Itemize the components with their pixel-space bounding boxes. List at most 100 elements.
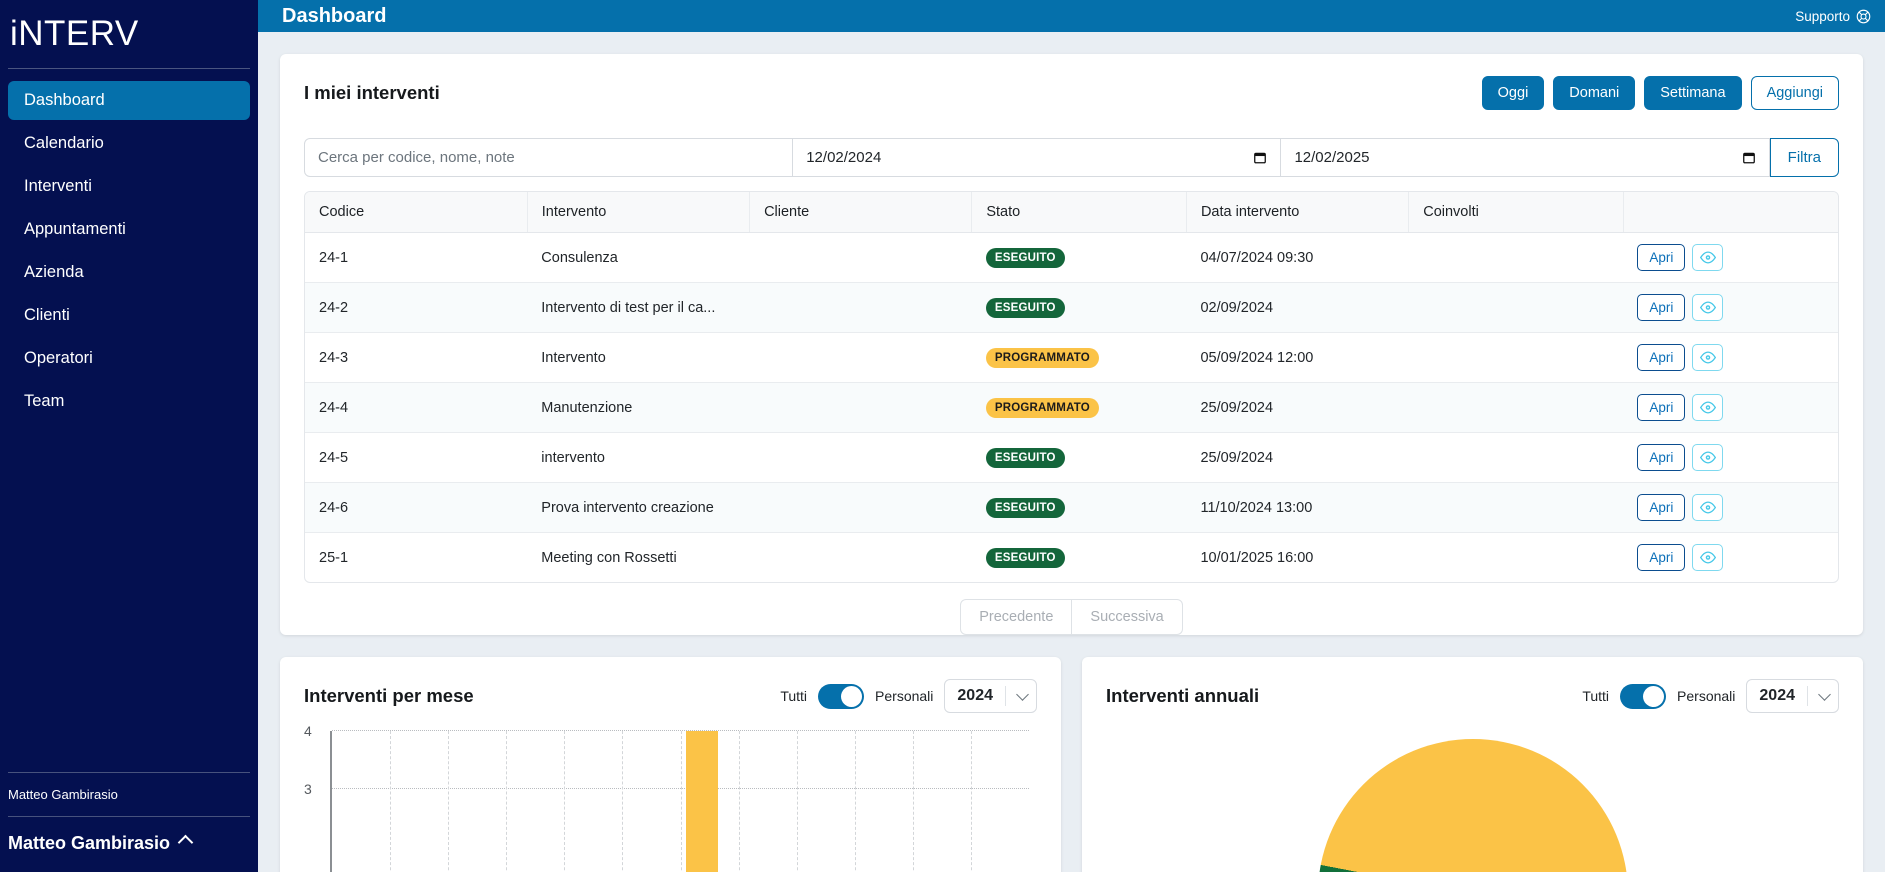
table-row[interactable]: 24-6Prova intervento creazioneRiservato E…	[305, 482, 1838, 533]
charts-row: Interventi per mese Tutti Personali 2024	[280, 657, 1863, 872]
annual-toggle-left-label: Tutti	[1582, 688, 1610, 704]
toggle-knob	[1643, 685, 1665, 707]
gridline-vertical	[622, 731, 624, 872]
chevron-up-icon	[177, 834, 194, 850]
calendar-icon[interactable]	[1742, 150, 1756, 165]
annual-chart-card: Interventi annuali Tutti Personali 2024	[1082, 657, 1863, 872]
add-button[interactable]: Aggiungi	[1750, 76, 1839, 110]
column-header-cliente[interactable]: Cliente	[749, 192, 972, 233]
calendar-icon[interactable]	[1253, 150, 1267, 165]
page-title: Dashboard	[282, 4, 387, 27]
view-button[interactable]	[1692, 294, 1724, 321]
sidebar-item-dashboard[interactable]: Dashboard	[8, 81, 250, 120]
sidebar-nav: Dashboard Calendario Interventi Appuntam…	[0, 69, 258, 425]
cell-stato: ESEGUITO	[971, 232, 1187, 283]
sidebar-item-calendario[interactable]: Calendario	[8, 124, 250, 163]
filter-row: 12/02/2024 12/02/2025	[304, 138, 1839, 177]
column-header-data-intervento[interactable]: Data intervento	[1185, 192, 1409, 233]
sidebar-user-menu[interactable]: Matteo Gambirasio	[0, 817, 258, 872]
search-input[interactable]	[304, 138, 794, 177]
monthly-scope-toggle[interactable]	[818, 683, 865, 709]
cell-coinvolti: Matteo Gambirasio	[1408, 332, 1624, 383]
date-from-input[interactable]: 12/02/2024	[793, 138, 1282, 177]
cell-cliente: Riservato	[749, 382, 972, 433]
sidebar-item-clienti[interactable]: Clienti	[8, 296, 250, 335]
table-row[interactable]: 25-1 Meeting con Rossetti Settore, cliente…	[305, 533, 1838, 583]
cell-actions: Apri	[1623, 232, 1838, 283]
view-button[interactable]	[1692, 244, 1724, 271]
open-button[interactable]: Apri	[1637, 344, 1686, 371]
column-header-codice[interactable]: Codice	[305, 192, 528, 233]
column-header-intervento[interactable]: Intervento	[526, 192, 750, 233]
column-header-stato[interactable]: Stato	[971, 192, 1187, 233]
annual-scope-toggle[interactable]	[1620, 683, 1667, 709]
status-badge: ESEGUITO	[985, 297, 1065, 318]
today-button[interactable]: Oggi	[1481, 76, 1545, 110]
cell-codice: 24-6	[305, 482, 528, 533]
support-button[interactable]: Supporto	[1795, 9, 1871, 24]
sidebar-item-label: Clienti	[24, 306, 70, 324]
cell-codice: 24-2	[305, 282, 528, 333]
interventions-title: I miei interventi	[304, 82, 440, 103]
table-row[interactable]: 24-5interventoRiservato ESEGUITO 25/09/202…	[305, 432, 1838, 483]
gridline-vertical	[680, 731, 682, 872]
monthly-bar-chart: 4 3	[304, 723, 1037, 872]
sidebar-item-team[interactable]: Team	[8, 382, 250, 421]
table-row[interactable]: 24-4ManutenzioneRiservato PROGRAMMATO 25/0…	[305, 382, 1838, 433]
eye-icon	[1699, 501, 1716, 514]
date-from-value: 12/02/2024	[806, 149, 882, 166]
cell-codice: 25-1	[319, 549, 349, 566]
view-button[interactable]	[1692, 394, 1724, 421]
open-button[interactable]: Apri	[1637, 494, 1686, 521]
column-header-actions	[1622, 192, 1838, 233]
cell-intervento: Consulenza	[527, 232, 750, 283]
cell-actions: Apri	[1623, 332, 1838, 383]
cell-cliente: Settore, cliente srl	[750, 533, 972, 583]
open-button[interactable]: Apri	[1637, 444, 1686, 471]
date-to-input[interactable]: 12/02/2025	[1281, 138, 1770, 177]
table-row[interactable]: 24-1ConsulenzaRiservato ESEGUITO 04/07/202…	[305, 232, 1838, 283]
sidebar-item-appuntamenti[interactable]: Appuntamenti	[8, 210, 250, 249]
pagination-previous-button[interactable]: Precedente	[960, 599, 1073, 635]
bar[interactable]	[686, 731, 718, 872]
cell-actions: Apri	[1623, 482, 1838, 533]
status-badge: PROGRAMMATO	[985, 397, 1099, 418]
sidebar: iNTERV Dashboard Calendario Interventi A…	[0, 0, 258, 872]
week-button[interactable]: Settimana	[1644, 76, 1742, 110]
sidebar-item-interventi[interactable]: Interventi	[8, 167, 250, 206]
annual-chart-controls: Tutti Personali 2024	[1582, 679, 1839, 713]
filter-button[interactable]: Filtra	[1769, 138, 1839, 177]
cell-coinvolti: Matteo Gambirasio	[1409, 533, 1624, 583]
eye-icon	[1699, 251, 1716, 264]
table-row[interactable]: 24-3InterventoRiservato PROGRAMMATO 05/09/…	[305, 332, 1838, 383]
cell-stato: ESEGUITO	[972, 533, 1187, 583]
column-header-coinvolti[interactable]: Coinvolti	[1408, 192, 1624, 233]
status-badge: ESEGUITO	[985, 547, 1065, 568]
pagination-next-button[interactable]: Successiva	[1072, 599, 1183, 635]
cell-cliente: Riservato	[749, 282, 972, 333]
open-button[interactable]: Apri	[1637, 294, 1686, 321]
sidebar-item-operatori[interactable]: Operatori	[8, 339, 250, 378]
cell-actions: Apri	[1623, 432, 1838, 483]
annual-year-select[interactable]: 2024	[1746, 679, 1839, 713]
pie-slices	[1317, 739, 1628, 872]
open-button[interactable]: Apri	[1637, 544, 1686, 571]
annual-chart-title: Interventi annuali	[1106, 685, 1260, 706]
sidebar-item-label: Calendario	[24, 134, 104, 152]
eye-icon	[1699, 451, 1716, 464]
cell-data-intervento: 25/09/2024	[1186, 432, 1409, 483]
topbar: Dashboard Supporto	[258, 0, 1885, 32]
gridline-vertical	[970, 731, 972, 872]
sidebar-item-azienda[interactable]: Azienda	[8, 253, 250, 292]
view-button[interactable]	[1692, 544, 1724, 571]
view-button[interactable]	[1692, 494, 1724, 521]
open-button[interactable]: Apri	[1637, 394, 1686, 421]
view-button[interactable]	[1692, 344, 1724, 371]
view-button[interactable]	[1692, 444, 1724, 471]
cell-cliente: Riservato	[749, 482, 972, 533]
cell-data-intervento: 02/09/2024	[1186, 282, 1409, 333]
table-row[interactable]: 24-2Intervento di test per il ca...Riser…	[305, 282, 1838, 333]
tomorrow-button[interactable]: Domani	[1553, 76, 1636, 110]
open-button[interactable]: Apri	[1637, 244, 1686, 271]
monthly-year-select[interactable]: 2024	[944, 679, 1037, 713]
